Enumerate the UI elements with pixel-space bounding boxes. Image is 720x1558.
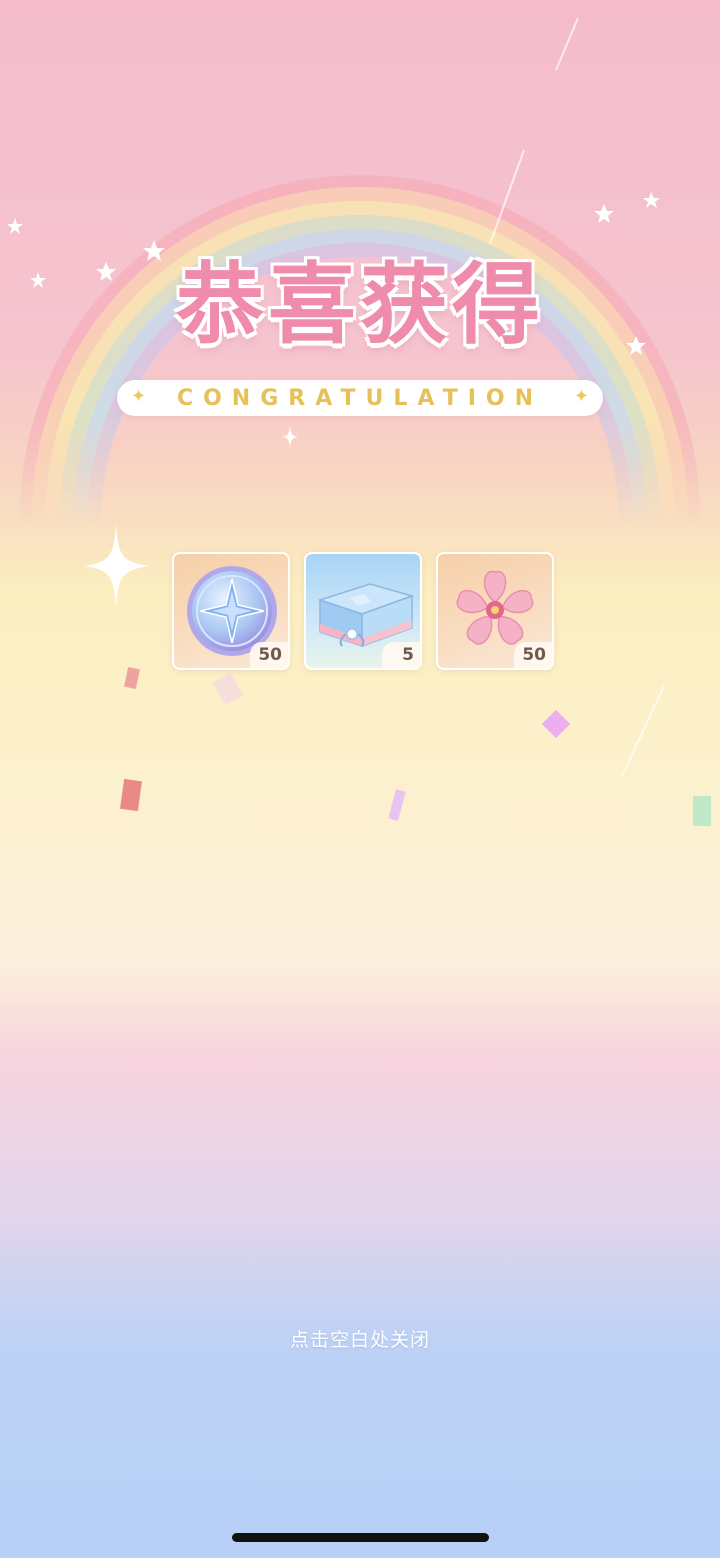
subtitle-banner: ✦ CONGRATULATION ✦: [117, 380, 603, 416]
sparkle-icon: ✦: [573, 386, 589, 407]
reward-list: 50 5 50: [172, 552, 554, 670]
title-area: 恭喜获得: [0, 250, 720, 360]
close-hint[interactable]: 点击空白处关闭: [0, 1325, 720, 1352]
sparkle-icon: ✦: [131, 386, 147, 407]
home-indicator[interactable]: [232, 1533, 489, 1542]
reward-quantity: 50: [514, 642, 552, 668]
reward-item[interactable]: 5: [304, 552, 422, 670]
reward-item[interactable]: 50: [172, 552, 290, 670]
congratulations-title: 恭喜获得: [175, 253, 544, 356]
reward-quantity: 5: [382, 642, 420, 668]
reward-quantity: 50: [250, 642, 288, 668]
subtitle-text: CONGRATULATION: [176, 385, 544, 411]
reward-item[interactable]: 50: [436, 552, 554, 670]
decorative-stars: [7, 17, 711, 826]
